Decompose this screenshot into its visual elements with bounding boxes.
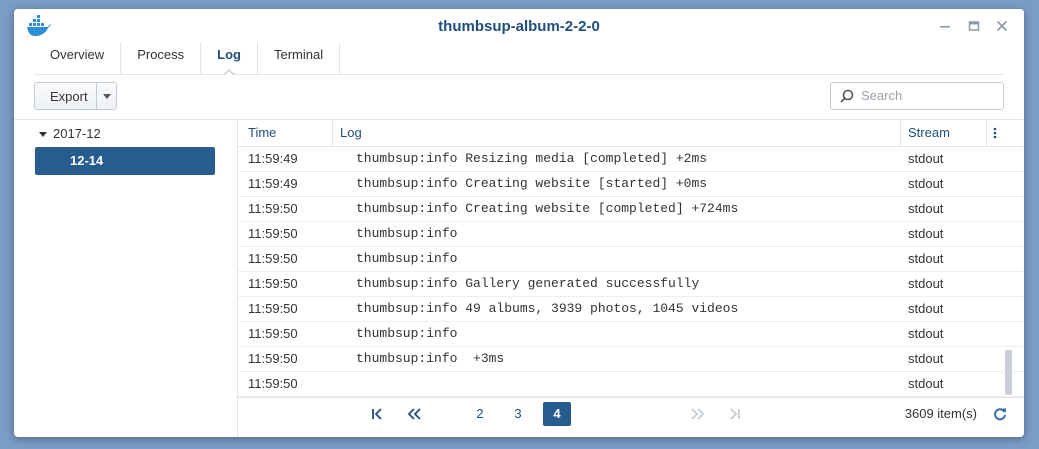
next-page-icon[interactable] — [686, 402, 710, 426]
log-cell: thumbsup:info Creating website [complete… — [356, 201, 739, 216]
column-header-log[interactable]: Log — [340, 120, 362, 146]
title-bar[interactable]: thumbsup-album-2-2-0 — [14, 9, 1024, 44]
stream-cell: stdout — [908, 376, 944, 391]
grid-rows: 11:59:49 thumbsup:info Resizing media [c… — [238, 147, 1024, 397]
tree-group-label: 2017-12 — [53, 126, 101, 141]
table-row[interactable]: 11:59:50 thumbsup:info stdout — [238, 247, 1024, 272]
export-dropdown-toggle[interactable] — [96, 83, 116, 109]
stream-cell: stdout — [908, 176, 944, 191]
stream-cell: stdout — [908, 151, 944, 166]
table-row[interactable]: 11:59:50 thumbsup:info stdout — [238, 222, 1024, 247]
column-header-time[interactable]: Time — [248, 120, 276, 146]
refresh-icon[interactable] — [993, 407, 1007, 421]
column-menu-icon[interactable] — [990, 120, 1000, 146]
vertical-scrollbar[interactable] — [1004, 147, 1012, 397]
log-cell: thumbsup:info 49 albums, 3939 photos, 10… — [356, 301, 739, 316]
page-4-button[interactable]: 4 — [543, 402, 571, 426]
tab-log[interactable]: Log — [201, 42, 258, 76]
column-divider[interactable] — [986, 120, 987, 146]
table-row[interactable]: 11:59:50 thumbsup:info Gallery generated… — [238, 272, 1024, 297]
time-cell: 11:59:50 — [248, 251, 298, 266]
minimize-icon[interactable] — [936, 17, 954, 35]
tab-bar: Overview Process Log Terminal — [34, 42, 1004, 76]
column-divider[interactable] — [900, 120, 901, 146]
time-cell: 11:59:50 — [248, 376, 298, 391]
previous-page-icon[interactable] — [402, 402, 426, 426]
stream-cell: stdout — [908, 276, 944, 291]
time-cell: 11:59:50 — [248, 301, 298, 316]
log-cell: thumbsup:info +3ms — [356, 351, 505, 366]
tree-item-selected[interactable]: 12-14 — [35, 147, 215, 175]
main-panel: 2017-12 12-14 Time Log Stream 11:59:49 t… — [14, 119, 1024, 437]
stream-cell: stdout — [908, 201, 944, 216]
log-cell: thumbsup:info — [356, 326, 458, 341]
time-cell: 11:59:50 — [248, 326, 298, 341]
window-title: thumbsup-album-2-2-0 — [438, 18, 600, 35]
scrollbar-thumb[interactable] — [1005, 350, 1012, 395]
export-label: Export — [50, 88, 88, 104]
date-tree-sidebar: 2017-12 12-14 — [14, 120, 238, 437]
tree-group-2017-12[interactable]: 2017-12 — [38, 126, 101, 141]
search-icon — [840, 89, 854, 103]
table-row[interactable]: 11:59:50 thumbsup:info 49 albums, 3939 p… — [238, 297, 1024, 322]
export-button[interactable]: Export — [34, 82, 117, 110]
column-header-stream[interactable]: Stream — [908, 120, 950, 146]
caret-down-icon — [39, 131, 47, 137]
log-grid: Time Log Stream 11:59:49 thumbsup:info R… — [238, 120, 1024, 437]
table-row[interactable]: 11:59:50 thumbsup:info +3ms stdout — [238, 347, 1024, 372]
time-cell: 11:59:50 — [248, 226, 298, 241]
log-cell: thumbsup:info — [356, 226, 458, 241]
search-input[interactable] — [861, 86, 991, 104]
page-2-button[interactable]: 2 — [470, 402, 490, 426]
tab-terminal[interactable]: Terminal — [258, 42, 341, 74]
log-cell: thumbsup:info Resizing media [completed]… — [356, 151, 708, 166]
time-cell: 11:59:50 — [248, 276, 298, 291]
stream-cell: stdout — [908, 301, 944, 316]
stream-cell: stdout — [908, 351, 944, 366]
app-window: thumbsup-album-2-2-0 Overview Process Lo… — [14, 9, 1024, 437]
time-cell: 11:59:49 — [248, 151, 298, 166]
log-cell: thumbsup:info Creating website [started]… — [356, 176, 708, 191]
pagination-bar: 2 3 4 3609 item(s) — [238, 397, 1024, 428]
time-cell: 11:59:50 — [248, 201, 298, 216]
maximize-icon[interactable] — [965, 17, 983, 35]
close-icon[interactable] — [993, 17, 1011, 35]
log-cell: thumbsup:info Gallery generated successf… — [356, 276, 700, 291]
table-row[interactable]: 11:59:50 thumbsup:info Creating website … — [238, 197, 1024, 222]
time-cell: 11:59:50 — [248, 351, 298, 366]
tab-process[interactable]: Process — [121, 42, 202, 74]
table-row[interactable]: 11:59:50 thumbsup:info stdout — [238, 322, 1024, 347]
stream-cell: stdout — [908, 326, 944, 341]
chevron-down-icon — [102, 93, 111, 99]
last-page-icon[interactable] — [724, 402, 746, 426]
column-divider[interactable] — [332, 120, 333, 146]
toolbar: Export — [34, 82, 1004, 112]
total-items-count: 3609 item(s) — [904, 406, 977, 421]
search-box[interactable] — [830, 82, 1004, 110]
time-cell: 11:59:49 — [248, 176, 298, 191]
grid-header: Time Log Stream — [238, 120, 1024, 147]
stream-cell: stdout — [908, 251, 944, 266]
table-row[interactable]: 11:59:49 thumbsup:info Creating website … — [238, 172, 1024, 197]
log-cell: thumbsup:info — [356, 251, 458, 266]
table-row[interactable]: 11:59:49 thumbsup:info Resizing media [c… — [238, 147, 1024, 172]
page-3-button[interactable]: 3 — [508, 402, 528, 426]
stream-cell: stdout — [908, 226, 944, 241]
tab-overview[interactable]: Overview — [34, 42, 122, 74]
table-row[interactable]: 11:59:50 stdout — [238, 372, 1024, 397]
first-page-icon[interactable] — [366, 402, 388, 426]
